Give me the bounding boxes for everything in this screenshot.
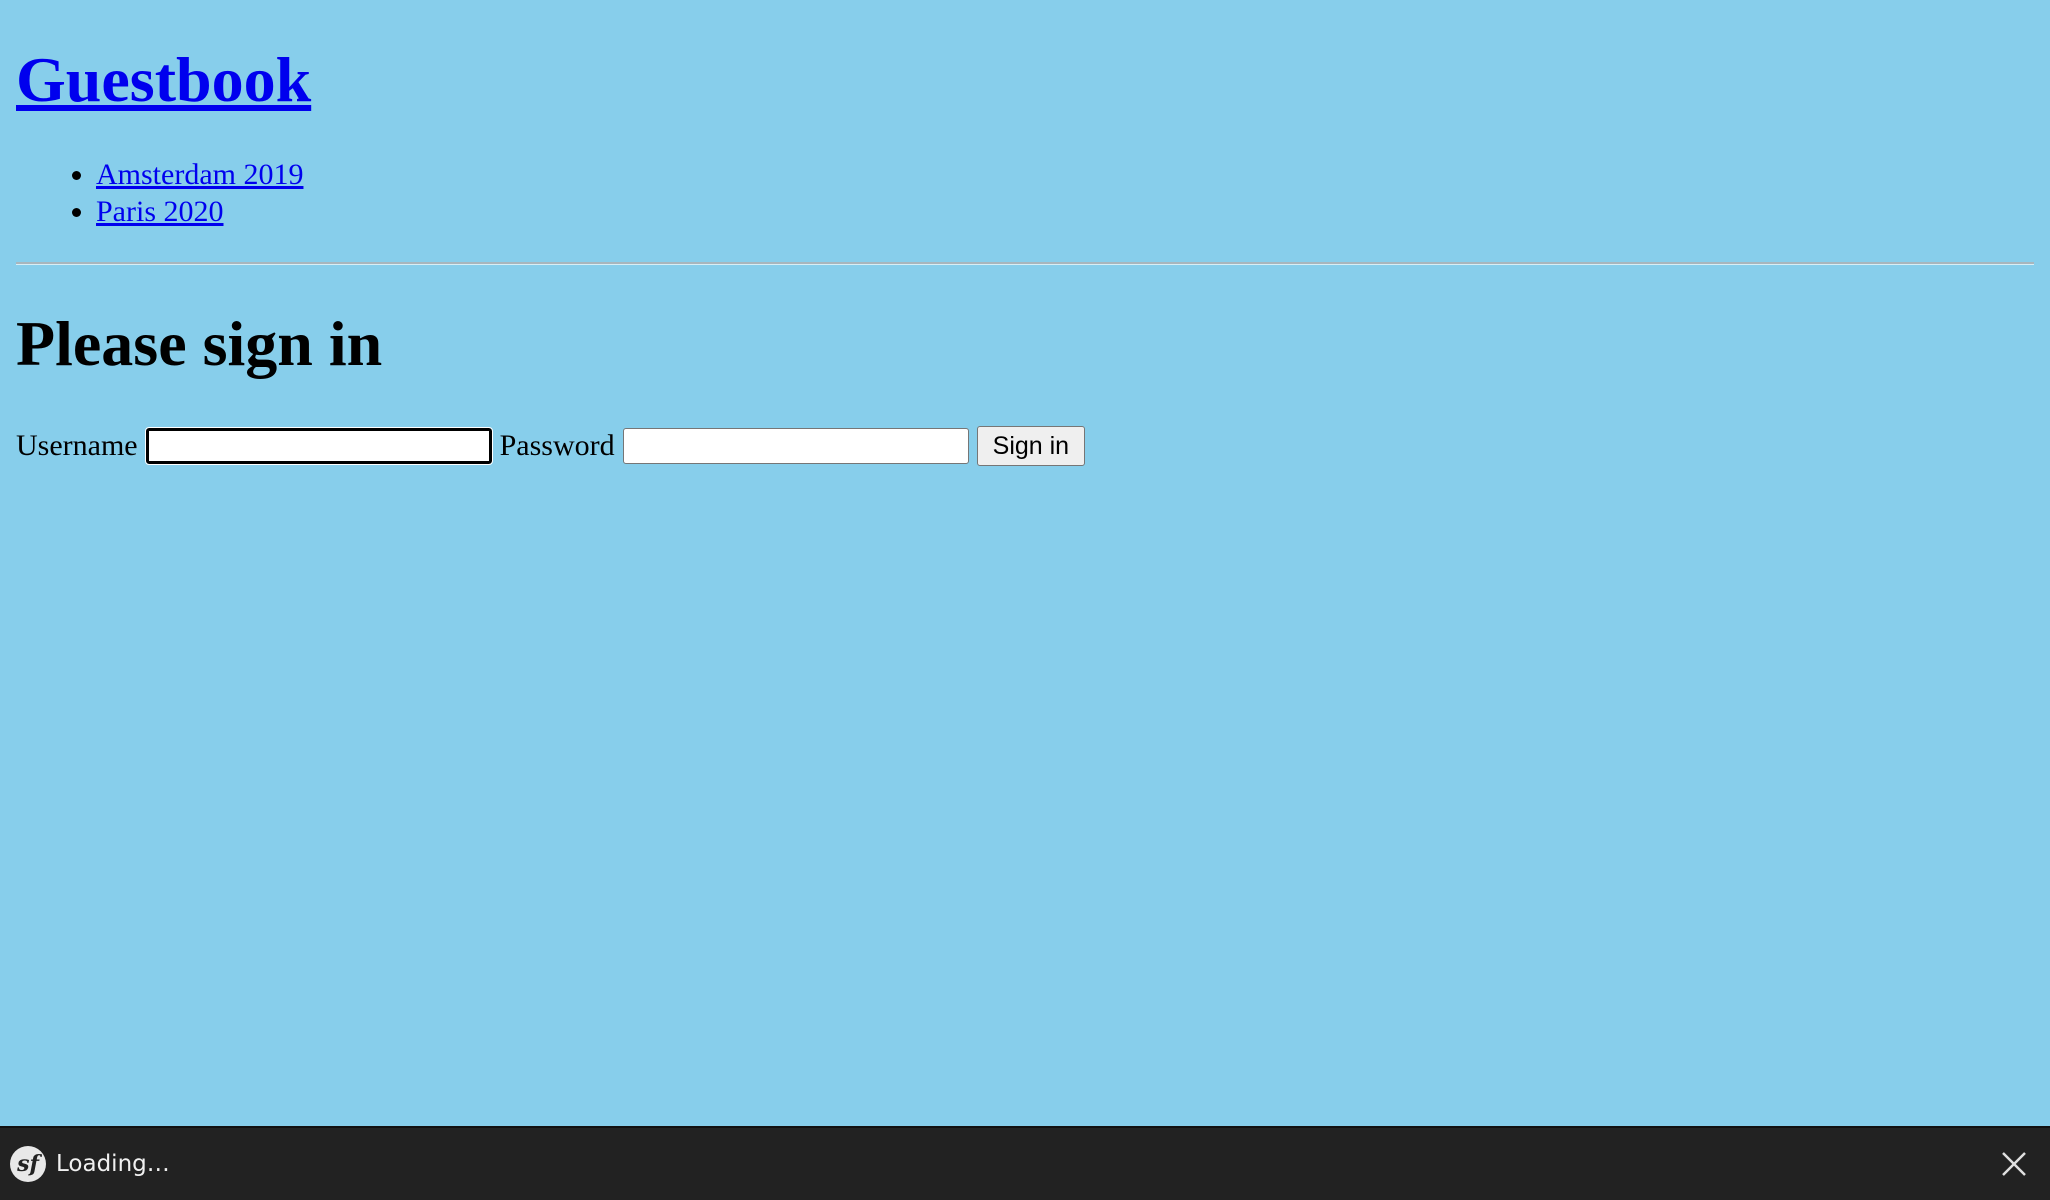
- page-content: Guestbook Amsterdam 2019 Paris 2020: [16, 0, 2034, 230]
- page-title: Please sign in: [16, 308, 383, 379]
- sign-in-button[interactable]: Sign in: [976, 426, 1086, 466]
- site-title-link[interactable]: Guestbook: [16, 44, 311, 115]
- toolbar-status: Loading…: [56, 1151, 170, 1177]
- symfony-logo-icon[interactable]: sf: [10, 1146, 46, 1182]
- conference-link-amsterdam-2019[interactable]: Amsterdam 2019: [96, 158, 303, 191]
- password-label: Password: [499, 429, 615, 462]
- list-item: Paris 2020: [96, 193, 2034, 230]
- list-item: Amsterdam 2019: [96, 156, 2034, 193]
- username-input[interactable]: [144, 427, 493, 465]
- password-input[interactable]: [622, 428, 969, 464]
- username-label: Username: [16, 429, 138, 462]
- debug-toolbar: sf Loading…: [0, 1126, 2050, 1200]
- site-title: Guestbook: [16, 40, 2034, 120]
- login-form: Username Password Sign in: [16, 426, 1086, 466]
- conference-link-paris-2020[interactable]: Paris 2020: [96, 195, 224, 228]
- conference-list: Amsterdam 2019 Paris 2020: [16, 156, 2034, 230]
- divider: [16, 262, 2034, 265]
- close-icon[interactable]: [2000, 1150, 2028, 1178]
